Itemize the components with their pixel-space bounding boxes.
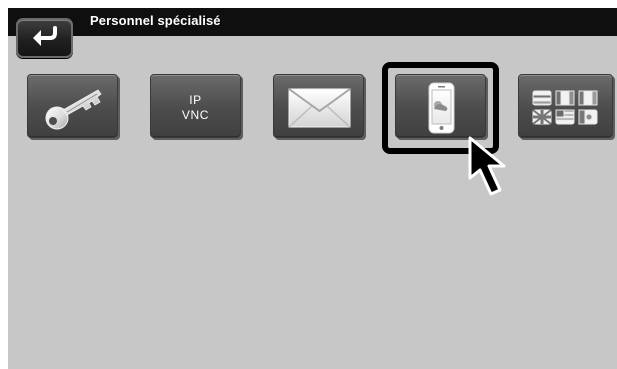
- ip-vnc-tile[interactable]: IP VNC: [150, 74, 241, 138]
- service-code-tile[interactable]: [27, 74, 118, 138]
- envelope-icon: [288, 88, 351, 128]
- key-icon: [45, 89, 102, 130]
- mobile-app-tile[interactable]: [395, 74, 486, 138]
- ip-label: IP: [189, 93, 202, 107]
- back-arrow-icon: [33, 26, 57, 46]
- cursor-arrow-icon: [468, 136, 506, 196]
- vnc-label: VNC: [181, 108, 210, 122]
- screen: Personnel spécialisé IP VNC: [8, 8, 617, 369]
- page-title: Personnel spécialisé: [90, 13, 221, 28]
- flags-icon: [532, 90, 598, 125]
- email-tile[interactable]: [273, 74, 364, 138]
- language-tile[interactable]: [518, 74, 613, 138]
- back-button[interactable]: [16, 18, 73, 58]
- smartphone-icon: [428, 82, 455, 134]
- title-bar: Personnel spécialisé: [8, 8, 617, 36]
